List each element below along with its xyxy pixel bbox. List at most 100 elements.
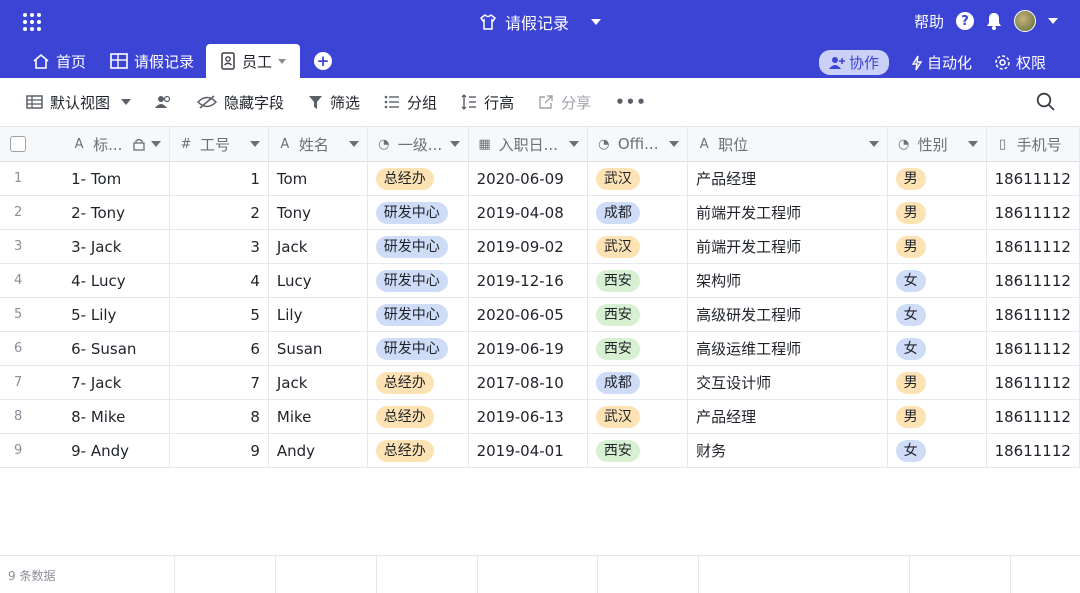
row-number[interactable]: 4 [0,263,64,298]
title-cell[interactable]: 6- Susan [63,331,170,366]
collaborate-button[interactable]: 协作 [818,50,889,75]
title-cell[interactable]: 7- Jack [63,365,170,400]
column-header[interactable]: A 职位 [687,127,888,162]
title-cell[interactable]: 1- Tom [63,161,170,196]
hire-date-cell[interactable]: 2019-12-16 [468,263,588,298]
department-cell[interactable]: 总经办 [367,365,469,400]
gender-cell[interactable]: 女 [887,433,987,468]
avatar-dropdown-icon[interactable] [1048,18,1058,24]
permissions-button[interactable]: 权限 [994,52,1046,73]
position-cell[interactable]: 前端开发工程师 [687,229,888,264]
name-cell[interactable]: Tom [268,161,368,196]
column-menu-icon[interactable] [868,141,879,147]
share-button[interactable]: 分享 [538,92,591,113]
column-menu-icon[interactable] [249,141,260,147]
row-number[interactable]: 1 [0,161,64,196]
gender-cell[interactable]: 男 [887,365,987,400]
search-icon[interactable] [1036,92,1056,112]
hire-date-cell[interactable]: 2017-08-10 [468,365,588,400]
row-number[interactable]: 6 [0,331,64,366]
more-button[interactable]: ••• [615,93,647,111]
avatar[interactable] [1014,10,1036,32]
column-header[interactable]: A 姓名 [268,127,368,162]
name-cell[interactable]: Lucy [268,263,368,298]
office-cell[interactable]: 西安 [587,263,689,298]
department-cell[interactable]: 研发中心 [367,229,469,264]
add-table-button[interactable]: + [314,52,333,70]
row-number[interactable]: 9 [0,433,64,468]
employee-id-cell[interactable]: 8 [169,399,269,434]
department-cell[interactable]: 总经办 [367,161,469,196]
name-cell[interactable]: Tony [268,195,368,230]
filter-button[interactable]: 筛选 [308,92,360,113]
phone-cell[interactable]: 18611112 [986,195,1080,230]
table-row[interactable]: 8 8- Mike 8 Mike 总经办 2019-06-13 武汉 产品经理男 1861111… [0,399,1080,434]
title-cell[interactable]: 4- Lucy [63,263,170,298]
table-row[interactable]: 7 7- Jack 7 Jack 总经办 2017-08-10 成都 交互设计师男 186111… [0,365,1080,400]
hide-fields-button[interactable]: 隐藏字段 [197,92,284,113]
column-menu-icon[interactable] [967,141,978,147]
title-cell[interactable]: 3- Jack [63,229,170,264]
column-menu-icon[interactable] [150,141,161,147]
office-cell[interactable]: 成都 [587,195,689,230]
department-cell[interactable]: 研发中心 [367,195,469,230]
position-cell[interactable]: 高级运维工程师 [687,331,888,366]
office-cell[interactable]: 武汉 [587,161,689,196]
phone-cell[interactable]: 18611112 [986,331,1080,366]
base-title[interactable]: 请假记录 [505,10,569,34]
phone-cell[interactable]: 18611112 [986,297,1080,332]
column-menu-icon[interactable] [348,141,359,147]
department-cell[interactable]: 总经办 [367,433,469,468]
office-cell[interactable]: 西安 [587,331,689,366]
name-cell[interactable]: Jack [268,365,368,400]
department-cell[interactable]: 研发中心 [367,297,469,332]
table-row[interactable]: 6 6- Susan 6 Susan 研发中心 2019-06-19 西安 高级运维工程师女 1… [0,331,1080,366]
column-header[interactable]: ◔ Offi... [587,127,689,162]
office-cell[interactable]: 武汉 [587,229,689,264]
employee-id-cell[interactable]: 5 [169,297,269,332]
name-cell[interactable]: Susan [268,331,368,366]
tab-home[interactable]: 首页 [20,44,98,78]
group-button[interactable]: 分组 [384,92,437,113]
gender-cell[interactable]: 男 [887,229,987,264]
department-cell[interactable]: 总经办 [367,399,469,434]
hire-date-cell[interactable]: 2020-06-09 [468,161,588,196]
table-row[interactable]: 2 2- Tony 2 Tony 研发中心 2019-04-08 成都 前端开发工程师男 186… [0,195,1080,230]
title-cell[interactable]: 9- Andy [63,433,170,468]
phone-cell[interactable]: 18611112 [986,229,1080,264]
help-link[interactable]: 帮助 [914,11,944,32]
employee-id-cell[interactable]: 9 [169,433,269,468]
office-cell[interactable]: 西安 [587,433,689,468]
employee-id-cell[interactable]: 3 [169,229,269,264]
phone-cell[interactable]: 18611112 [986,161,1080,196]
title-dropdown-icon[interactable] [591,19,601,25]
automation-button[interactable]: 自动化 [911,52,972,73]
gender-cell[interactable]: 女 [887,263,987,298]
phone-cell[interactable]: 18611112 [986,433,1080,468]
tab-dropdown-icon[interactable] [278,58,287,64]
table-row[interactable]: 9 9- Andy 9 Andy 总经办 2019-04-01 西安 财务女 18611112 [0,433,1080,468]
row-number[interactable]: 2 [0,195,64,230]
title-cell[interactable]: 8- Mike [63,399,170,434]
department-cell[interactable]: 研发中心 [367,331,469,366]
title-cell[interactable]: 2- Tony [63,195,170,230]
row-number[interactable]: 8 [0,399,64,434]
name-cell[interactable]: Andy [268,433,368,468]
gender-cell[interactable]: 男 [887,399,987,434]
name-cell[interactable]: Lily [268,297,368,332]
hire-date-cell[interactable]: 2019-09-02 [468,229,588,264]
gender-cell[interactable]: 男 [887,161,987,196]
column-header[interactable]: ◔ 一级... [367,127,469,162]
column-header[interactable]: ▯ 手机号 [986,127,1080,162]
help-icon[interactable]: ? [956,12,974,30]
phone-cell[interactable]: 18611112 [986,263,1080,298]
column-menu-icon[interactable] [449,141,460,147]
column-menu-icon[interactable] [568,141,579,147]
bell-icon[interactable] [986,12,1002,30]
gender-cell[interactable]: 女 [887,331,987,366]
table-row[interactable]: 4 4- Lucy 4 Lucy 研发中心 2019-12-16 西安 架构师女 1861111… [0,263,1080,298]
department-cell[interactable]: 研发中心 [367,263,469,298]
position-cell[interactable]: 高级研发工程师 [687,297,888,332]
view-collaborators[interactable] [155,95,173,109]
employee-id-cell[interactable]: 6 [169,331,269,366]
